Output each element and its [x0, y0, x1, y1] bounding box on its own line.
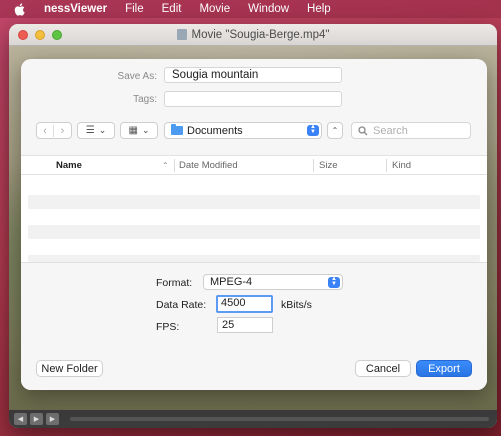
expand-button[interactable]: ⌃	[327, 122, 343, 139]
menu-file[interactable]: File	[125, 3, 144, 15]
search-field[interactable]: Search	[351, 122, 471, 139]
location-popup[interactable]: Documents ▲ ▼	[164, 122, 322, 139]
movie-window-title: Movie "Sougia-Berge.mp4"	[191, 28, 330, 41]
movie-titlebar: Movie "Sougia-Berge.mp4"	[9, 24, 497, 46]
movie-controls: ◀ ▶ ▶	[9, 410, 497, 428]
apple-icon[interactable]	[14, 2, 28, 16]
back-forward-control: ‹ ›	[36, 122, 72, 139]
column-divider[interactable]	[386, 159, 387, 172]
data-rate-label: Data Rate:	[156, 299, 207, 311]
grid-view-icon: ▦	[128, 125, 138, 136]
column-divider[interactable]	[174, 159, 175, 172]
list-row-stripe	[28, 225, 480, 239]
menu-window[interactable]: Window	[248, 3, 289, 15]
column-name[interactable]: Name	[56, 160, 82, 171]
step-forward-icon[interactable]: ▶	[46, 413, 59, 425]
column-date-modified[interactable]: Date Modified	[179, 160, 238, 171]
timeline-scrubber[interactable]	[70, 417, 489, 421]
step-back-icon[interactable]: ◀	[14, 413, 27, 425]
column-kind[interactable]: Kind	[392, 160, 411, 171]
minimize-window-button[interactable]	[35, 30, 45, 40]
tags-field[interactable]	[164, 91, 342, 107]
search-placeholder: Search	[373, 124, 408, 137]
folder-icon	[171, 124, 183, 135]
fps-input[interactable]: 25	[217, 317, 273, 333]
forward-icon[interactable]: ›	[54, 125, 71, 137]
format-label: Format:	[156, 277, 193, 289]
export-button[interactable]: Export	[416, 360, 472, 377]
save-as-field[interactable]: Sougia mountain	[164, 67, 342, 83]
list-row-stripe	[28, 195, 480, 209]
play-icon[interactable]: ▶	[30, 413, 43, 425]
window-controls	[18, 30, 62, 40]
back-icon[interactable]: ‹	[37, 124, 54, 137]
movie-file-icon	[176, 29, 187, 40]
menu-help[interactable]: Help	[307, 3, 331, 15]
column-size[interactable]: Size	[319, 160, 337, 171]
search-icon	[358, 125, 368, 135]
list-row-stripe	[28, 255, 480, 262]
chevron-down-icon: ⌄	[98, 125, 107, 135]
menu-movie[interactable]: Movie	[199, 3, 230, 15]
export-sheet: Save As: Sougia mountain Tags: ‹ › ☰ ⌄ ▦…	[21, 59, 487, 390]
popup-arrows-icon: ▲ ▼	[328, 276, 340, 288]
chevron-down-icon: ⌄	[141, 125, 150, 135]
location-label: Documents	[187, 124, 243, 137]
close-window-button[interactable]	[18, 30, 28, 40]
cancel-button[interactable]: Cancel	[355, 360, 411, 377]
data-rate-input[interactable]: 4500	[216, 295, 273, 313]
data-rate-unit: kBits/s	[281, 299, 312, 311]
tags-label: Tags:	[133, 94, 157, 105]
sort-ascending-icon[interactable]: ⌃	[162, 161, 169, 170]
new-folder-button[interactable]: New Folder	[36, 360, 103, 377]
menu-edit[interactable]: Edit	[162, 3, 182, 15]
popup-arrows-icon: ▲ ▼	[307, 124, 319, 136]
expand-icon: ⌃	[331, 126, 339, 135]
list-view-icon: ☰	[85, 125, 95, 136]
column-divider[interactable]	[313, 159, 314, 172]
zoom-window-button[interactable]	[52, 30, 62, 40]
format-popup[interactable]: MPEG-4 ▲ ▼	[203, 274, 343, 290]
file-list[interactable]	[21, 175, 487, 262]
format-value: MPEG-4	[210, 276, 253, 288]
app-menu-name[interactable]: nessViewer	[44, 3, 107, 15]
save-as-label: Save As:	[117, 71, 157, 82]
file-list-header: Name ⌃ Date Modified Size Kind	[21, 155, 487, 175]
list-view-button[interactable]: ☰ ⌄	[77, 122, 115, 139]
grid-view-button[interactable]: ▦ ⌄	[120, 122, 158, 139]
menu-bar: nessViewer File Edit Movie Window Help	[0, 0, 501, 18]
fps-label: FPS:	[156, 321, 180, 333]
